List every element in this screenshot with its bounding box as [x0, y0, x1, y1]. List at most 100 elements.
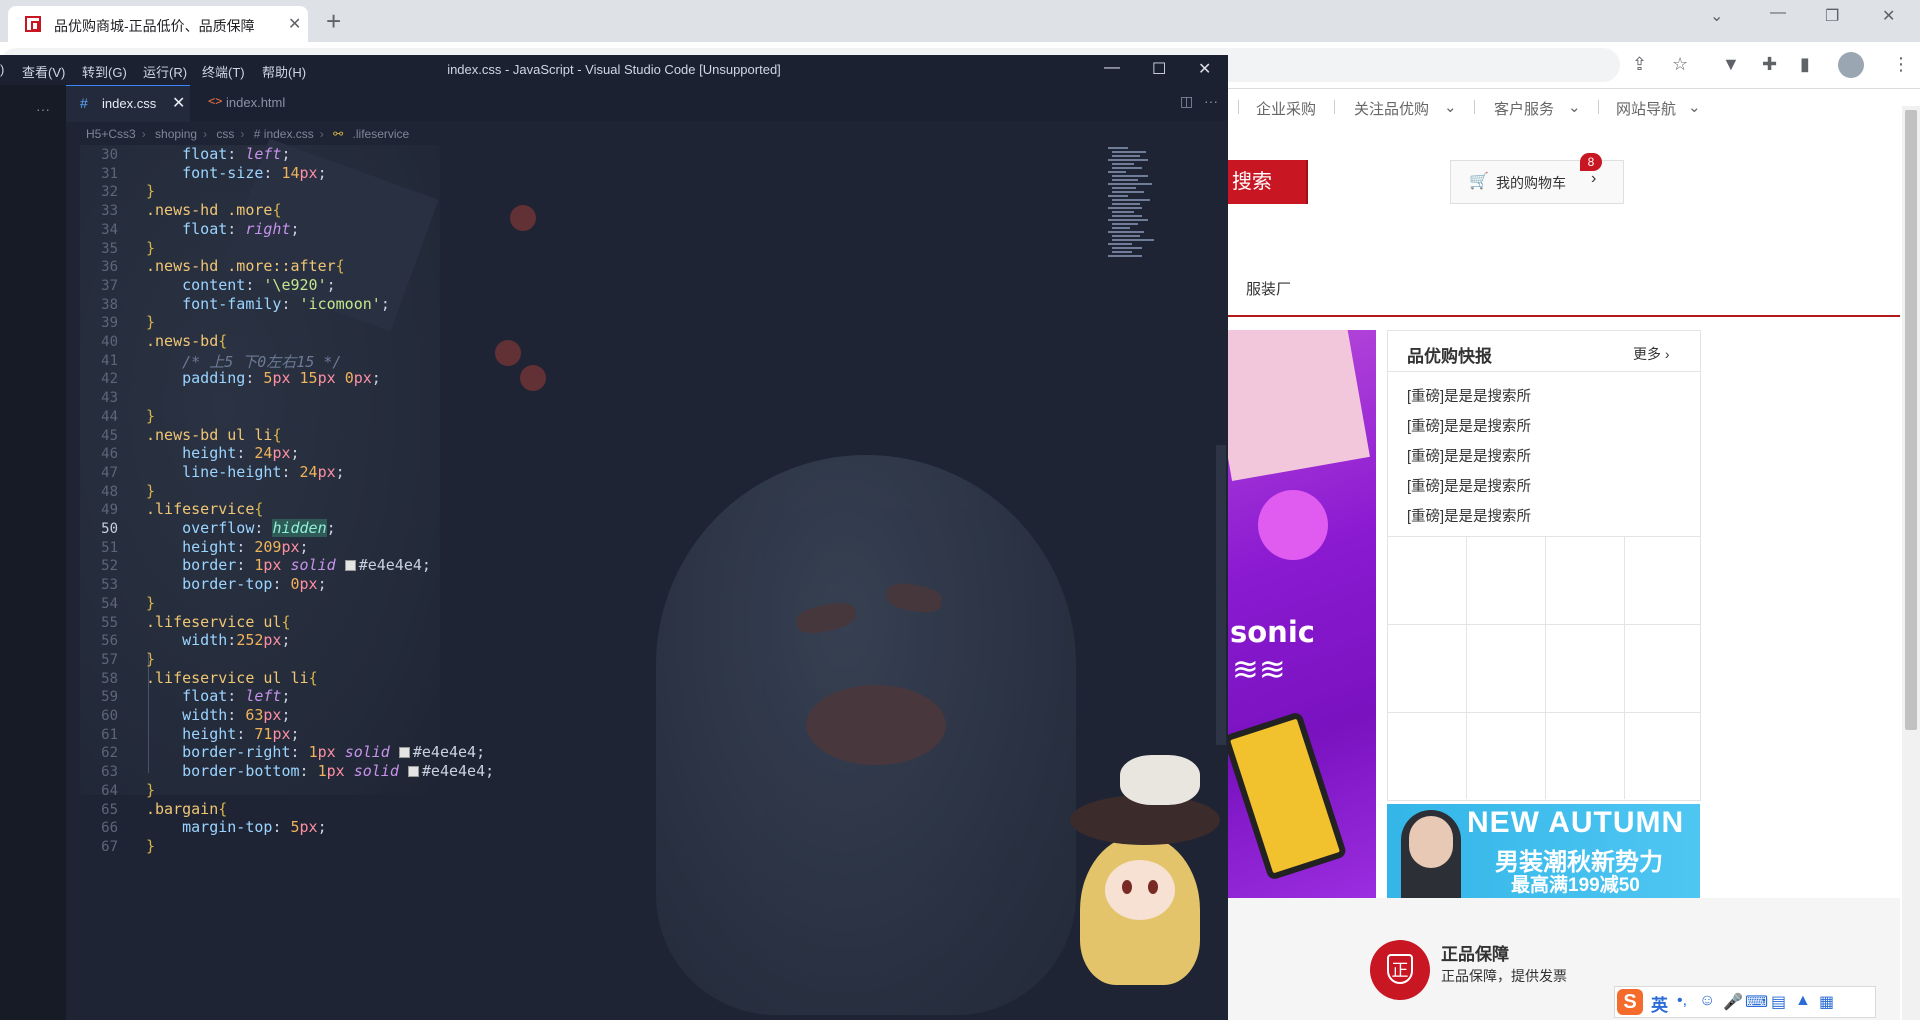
- code-token: px: [299, 575, 318, 593]
- code-line[interactable]: line-height: 24px;: [146, 463, 345, 481]
- code-line[interactable]: }: [146, 182, 155, 200]
- breadcrumb-item[interactable]: css: [216, 127, 234, 141]
- ime-voice-icon[interactable]: 🎤: [1723, 992, 1743, 1012]
- code-line[interactable]: width: 63px;: [146, 706, 290, 724]
- code-line[interactable]: .lifeservice ul{: [146, 613, 291, 631]
- browser-minimize-button[interactable]: —: [1770, 4, 1786, 22]
- color-swatch-icon[interactable]: [407, 766, 419, 777]
- code-line[interactable]: }: [146, 837, 155, 855]
- ime-language-toggle[interactable]: 英: [1651, 991, 1668, 1016]
- shortcut-sitenav-link[interactable]: 网站导航: [1616, 98, 1676, 119]
- code-line[interactable]: .lifeservice ul li{: [146, 669, 318, 687]
- tab-index-html[interactable]: <> index.html: [196, 85, 306, 121]
- side-panel-icon[interactable]: ▮: [1800, 54, 1810, 75]
- ime-punctuation-icon[interactable]: •,: [1677, 992, 1687, 1010]
- code-line[interactable]: height: 209px;: [146, 538, 308, 556]
- ime-keyboard-icon[interactable]: ⌨: [1745, 992, 1768, 1012]
- close-icon[interactable]: ✕: [172, 93, 185, 113]
- extension-v-icon[interactable]: ▼: [1722, 54, 1740, 75]
- browser-menu-icon[interactable]: ⋮: [1892, 54, 1910, 75]
- code-line[interactable]: }: [146, 650, 155, 668]
- code-line[interactable]: .bargain{: [146, 800, 227, 818]
- code-line[interactable]: }: [146, 407, 155, 425]
- code-line[interactable]: }: [146, 313, 155, 331]
- code-line[interactable]: .news-bd ul li{: [146, 426, 281, 444]
- extensions-puzzle-icon[interactable]: ✚: [1762, 54, 1777, 75]
- page-scrollbar[interactable]: [1902, 106, 1920, 1020]
- ime-menu-icon[interactable]: ▦: [1819, 992, 1834, 1012]
- code-line[interactable]: }: [146, 781, 155, 799]
- code-line[interactable]: border: 1px solid #e4e4e4;: [146, 556, 431, 574]
- code-line[interactable]: margin-top: 5px;: [146, 818, 327, 836]
- code-line[interactable]: height: 24px;: [146, 444, 299, 462]
- code-line[interactable]: .lifeservice{: [146, 500, 263, 518]
- banner-wave-graphic: ≋≋: [1232, 651, 1286, 687]
- news-item[interactable]: [重磅]是是是搜索所: [1407, 472, 1531, 502]
- vscode-maximize-button[interactable]: ☐: [1152, 59, 1166, 79]
- browser-restore-button[interactable]: ❐: [1825, 6, 1839, 26]
- mascot-eye: [1122, 880, 1132, 894]
- color-swatch-icon[interactable]: [398, 747, 410, 758]
- breadcrumb-item[interactable]: shoping: [155, 127, 197, 141]
- ime-emoji-icon[interactable]: ☺: [1699, 992, 1715, 1010]
- minimap[interactable]: [1108, 147, 1218, 347]
- breadcrumb-item[interactable]: # index.css: [254, 127, 314, 141]
- news-item[interactable]: [重磅]是是是搜索所: [1407, 502, 1531, 532]
- code-line[interactable]: content: '\e920';: [146, 276, 336, 294]
- code-line[interactable]: border-top: 0px;: [146, 575, 327, 593]
- grid-line: [1388, 712, 1700, 713]
- code-line[interactable]: }: [146, 482, 155, 500]
- split-editor-icon[interactable]: ◫: [1180, 93, 1193, 110]
- browser-close-button[interactable]: ✕: [1882, 6, 1895, 26]
- news-item[interactable]: [重磅]是是是搜索所: [1407, 382, 1531, 412]
- new-tab-button[interactable]: +: [326, 6, 341, 36]
- vscode-close-button[interactable]: ✕: [1198, 59, 1211, 79]
- bookmark-star-icon[interactable]: ☆: [1672, 54, 1688, 75]
- code-line[interactable]: }: [146, 239, 155, 257]
- code-token: {: [281, 613, 291, 631]
- tab-search-chevron-icon[interactable]: ⌄: [1710, 6, 1723, 26]
- news-more-link[interactable]: 更多 ›: [1633, 344, 1670, 364]
- autumn-ad-banner[interactable]: NEW AUTUMN 男装潮秋新势力 最高满199减50: [1387, 804, 1700, 898]
- nav-link-clothing[interactable]: 服装厂: [1246, 278, 1291, 299]
- code-line[interactable]: .news-bd{: [146, 332, 227, 350]
- code-line[interactable]: font-size: 14px;: [146, 164, 327, 182]
- page-scrollbar-thumb[interactable]: [1905, 110, 1917, 730]
- code-line[interactable]: font-family: 'icomoon';: [146, 295, 390, 313]
- breadcrumb-item[interactable]: H5+Css3: [86, 127, 136, 141]
- code-line[interactable]: float: left;: [146, 145, 290, 163]
- code-line[interactable]: padding: 5px 15px 0px;: [146, 369, 381, 387]
- code-line[interactable]: border-right: 1px solid #e4e4e4;: [146, 743, 485, 761]
- more-actions-icon[interactable]: ···: [36, 101, 50, 117]
- sogou-ime-logo-icon[interactable]: S: [1617, 989, 1643, 1015]
- promo-banner[interactable]: sonic ≋≋: [1228, 330, 1376, 898]
- code-line[interactable]: float: left;: [146, 687, 290, 705]
- tab-index-css[interactable]: # index.css ✕: [66, 85, 190, 122]
- editor-more-icon[interactable]: ···: [1204, 93, 1218, 109]
- color-swatch-icon[interactable]: [344, 560, 356, 571]
- shortcut-service-link[interactable]: 客户服务: [1494, 98, 1554, 119]
- news-item[interactable]: [重磅]是是是搜索所: [1407, 412, 1531, 442]
- code-line[interactable]: float: right;: [146, 220, 299, 238]
- code-line[interactable]: .news-hd .more{: [146, 201, 281, 219]
- ime-tools-icon[interactable]: ▤: [1771, 992, 1786, 1012]
- news-item[interactable]: [重磅]是是是搜索所: [1407, 442, 1531, 472]
- code-line[interactable]: border-bottom: 1px solid #e4e4e4;: [146, 762, 494, 780]
- code-line[interactable]: .news-hd .more::after{: [146, 257, 345, 275]
- browser-tab[interactable]: 品优购商城-正品低价、品质保障 ✕: [8, 6, 308, 42]
- code-line[interactable]: }: [146, 594, 155, 612]
- code-line[interactable]: width:252px;: [146, 631, 290, 649]
- breadcrumb-item[interactable]: .lifeservice: [353, 127, 410, 141]
- editor-scrollbar-thumb[interactable]: [1216, 445, 1226, 745]
- editor-scrollbar[interactable]: [1214, 155, 1226, 1020]
- code-line[interactable]: height: 71px;: [146, 725, 299, 743]
- ime-skin-icon[interactable]: ▲: [1795, 992, 1811, 1010]
- shortcut-follow-link[interactable]: 关注品优购: [1354, 98, 1429, 119]
- vscode-minimize-button[interactable]: —: [1104, 59, 1120, 77]
- search-button[interactable]: 搜索: [1228, 160, 1308, 204]
- code-line[interactable]: overflow: hidden;: [146, 519, 336, 537]
- share-icon[interactable]: ⇪: [1632, 54, 1647, 75]
- shortcut-enterprise-link[interactable]: 企业采购: [1256, 98, 1316, 119]
- profile-avatar[interactable]: [1838, 52, 1864, 78]
- close-tab-icon[interactable]: ✕: [288, 14, 301, 34]
